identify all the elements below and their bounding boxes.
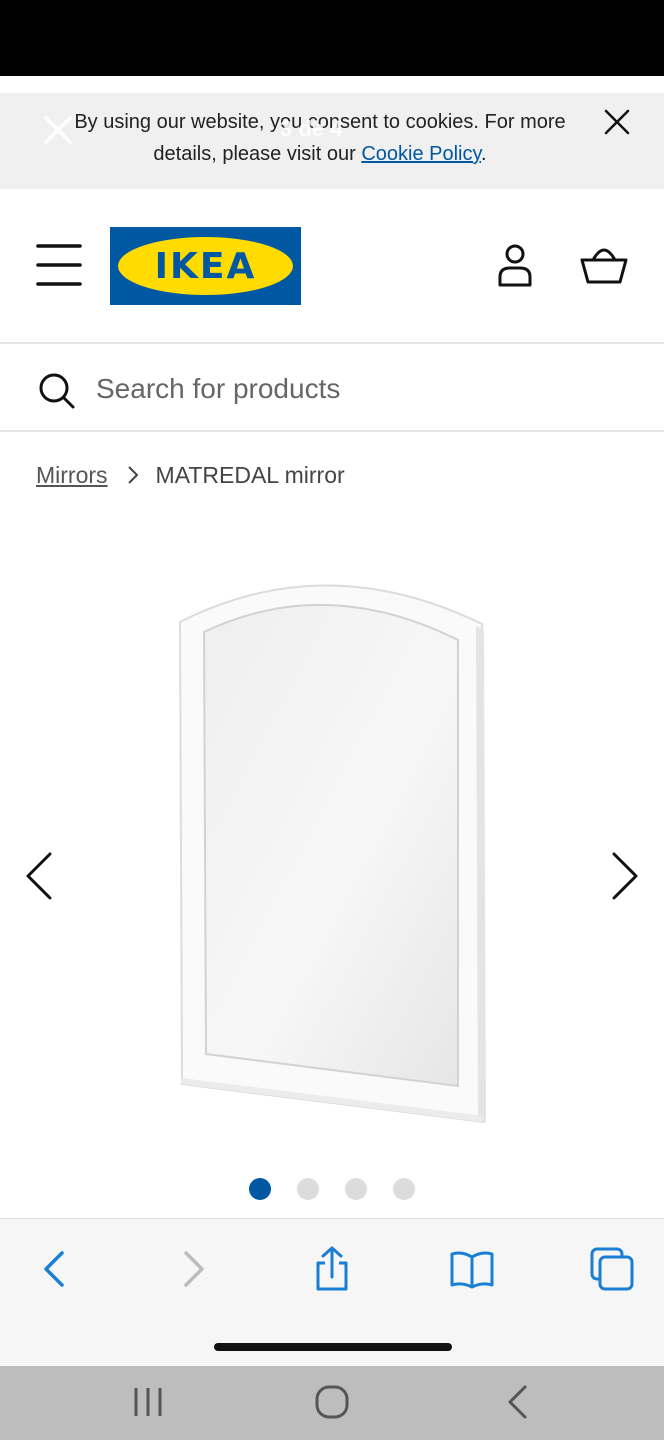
- product-image-mirror[interactable]: [176, 570, 488, 1126]
- cookie-message-period: .: [481, 143, 487, 165]
- browser-toolbar: [0, 1218, 664, 1366]
- menu-icon[interactable]: [36, 240, 82, 290]
- status-bar: [0, 0, 664, 76]
- breadcrumb: Mirrors MATREDAL mirror: [36, 458, 345, 492]
- gallery-close-icon[interactable]: [40, 112, 76, 148]
- account-icon[interactable]: [492, 242, 538, 288]
- ikea-logo[interactable]: IKEA: [110, 227, 301, 305]
- tabs-icon[interactable]: [588, 1245, 636, 1293]
- gallery-pagination: [0, 1178, 664, 1202]
- previous-image-arrow-icon[interactable]: [22, 850, 56, 902]
- share-icon[interactable]: [308, 1245, 356, 1293]
- home-icon[interactable]: [312, 1382, 352, 1422]
- breadcrumb-mirrors-link[interactable]: Mirrors: [36, 462, 108, 489]
- cookie-close-icon[interactable]: [600, 105, 634, 139]
- recent-apps-icon[interactable]: [128, 1382, 168, 1422]
- back-icon[interactable]: [30, 1245, 78, 1293]
- product-gallery: [0, 520, 664, 1220]
- pagination-dot-3[interactable]: [345, 1178, 367, 1200]
- pagination-dot-4[interactable]: [393, 1178, 415, 1200]
- site-header: IKEA: [0, 190, 664, 342]
- search-bar[interactable]: [0, 342, 664, 432]
- android-navigation-bar: [0, 1366, 664, 1440]
- system-back-icon[interactable]: [498, 1382, 538, 1422]
- bookmarks-icon[interactable]: [448, 1245, 496, 1293]
- forward-icon[interactable]: [170, 1245, 218, 1293]
- breadcrumb-current: MATREDAL mirror: [155, 461, 345, 488]
- next-image-arrow-icon[interactable]: [608, 850, 642, 902]
- cookie-policy-link[interactable]: Cookie Policy: [361, 143, 481, 165]
- pagination-dot-2[interactable]: [297, 1178, 319, 1200]
- basket-icon[interactable]: [578, 242, 630, 288]
- search-icon[interactable]: [36, 370, 76, 410]
- chevron-right-icon: [127, 466, 138, 484]
- home-indicator[interactable]: [214, 1343, 452, 1351]
- logo-text: IKEA: [154, 245, 257, 287]
- image-counter: 3 de 4: [280, 116, 343, 141]
- cookie-message-line2: details, please visit our: [153, 143, 362, 165]
- pagination-dot-1[interactable]: [249, 1178, 271, 1200]
- search-input[interactable]: [96, 364, 616, 414]
